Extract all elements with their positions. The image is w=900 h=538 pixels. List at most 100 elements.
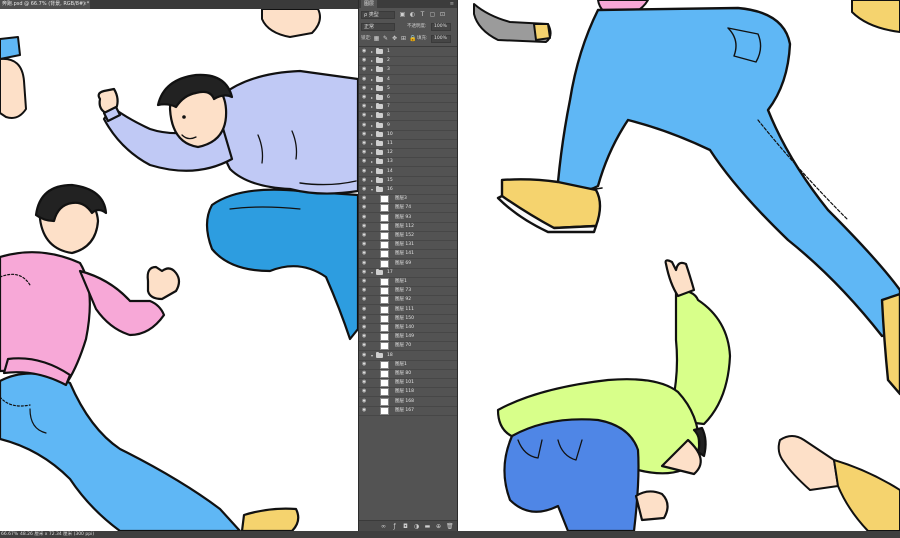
chevron-right-icon[interactable]: ▸ xyxy=(371,150,373,155)
new-group-icon[interactable]: ▬ xyxy=(424,523,431,530)
visibility-eye-icon[interactable]: ◉ xyxy=(362,187,368,192)
figure-blue-hoodie xyxy=(97,69,358,341)
new-layer-icon[interactable]: ⊕ xyxy=(435,523,442,530)
visibility-eye-icon[interactable]: ◉ xyxy=(362,352,368,358)
shape-filter-icon[interactable]: ▢ xyxy=(429,11,436,18)
chevron-right-icon[interactable]: ▸ xyxy=(371,49,373,54)
layers-list[interactable]: ◉ ▸ 1 ◉ ▸ 2 ◉ ▸ 3 ◉ ▸ 4 ◉ ▸ 5 ◉ ▸ 6 ◉ ▸ 7 ◉ ▸ 8 ◉ ▸ 9 ◉ ▸ 10 ◉ ▸ 11 ◉ ▸ 12 ◉… xyxy=(359,46,457,520)
fill-field[interactable]: 100% xyxy=(431,35,451,43)
visibility-eye-icon[interactable]: ◉ xyxy=(362,269,368,275)
visibility-eye-icon[interactable]: ◉ xyxy=(362,306,368,312)
document-tab[interactable]: 奔跑.psd @ 66.7% (背景, RGB/8#) * × xyxy=(0,0,90,9)
layer-thumbnail xyxy=(380,324,389,332)
visibility-eye-icon[interactable]: ◉ xyxy=(362,150,368,155)
chevron-right-icon[interactable]: ▸ xyxy=(371,104,373,109)
visibility-eye-icon[interactable]: ◉ xyxy=(362,159,368,164)
chevron-right-icon[interactable]: ▸ xyxy=(371,95,373,100)
visibility-eye-icon[interactable]: ◉ xyxy=(362,361,368,367)
pixel-filter-icon[interactable]: ▣ xyxy=(399,11,406,18)
lock-move-icon[interactable]: ✥ xyxy=(391,35,398,42)
lock-transparent-icon[interactable]: ▦ xyxy=(373,35,380,42)
figure-fragment-yellow-arm xyxy=(777,435,900,531)
menu-icon[interactable]: ≡ xyxy=(450,0,454,8)
visibility-eye-icon[interactable]: ◉ xyxy=(362,168,368,174)
visibility-eye-icon[interactable]: ◉ xyxy=(362,389,368,394)
visibility-eye-icon[interactable]: ◉ xyxy=(362,95,368,100)
visibility-eye-icon[interactable]: ◉ xyxy=(362,58,368,63)
chevron-right-icon[interactable]: ▸ xyxy=(371,58,373,63)
chevron-right-icon[interactable]: ▸ xyxy=(371,141,373,146)
visibility-eye-icon[interactable]: ◉ xyxy=(362,315,368,321)
canvas-left[interactable] xyxy=(0,9,358,531)
visibility-eye-icon[interactable]: ◉ xyxy=(362,196,368,201)
visibility-eye-icon[interactable]: ◉ xyxy=(362,371,368,376)
chevron-right-icon[interactable]: ▸ xyxy=(371,159,373,164)
visibility-eye-icon[interactable]: ◉ xyxy=(362,407,368,413)
chevron-down-icon[interactable]: ▾ xyxy=(371,187,373,192)
link-icon[interactable]: ∞ xyxy=(380,523,387,530)
visibility-eye-icon[interactable]: ◉ xyxy=(362,85,368,91)
lock-artboard-icon[interactable]: ⊞ xyxy=(400,35,407,42)
visibility-eye-icon[interactable]: ◉ xyxy=(362,297,368,302)
visibility-eye-icon[interactable]: ◉ xyxy=(362,260,368,266)
chevron-right-icon[interactable]: ▸ xyxy=(371,77,373,82)
status-zoom[interactable]: 66.67% xyxy=(1,531,18,538)
visibility-eye-icon[interactable]: ◉ xyxy=(362,214,368,220)
layer-thumbnail xyxy=(380,241,389,250)
mask-icon[interactable]: ◘ xyxy=(402,523,409,530)
visibility-eye-icon[interactable]: ◉ xyxy=(362,334,368,339)
close-icon[interactable]: × xyxy=(83,0,87,9)
chevron-right-icon[interactable]: ▸ xyxy=(371,132,373,137)
figure-green-hoodie xyxy=(496,259,732,531)
adjustment-icon[interactable]: ◑ xyxy=(413,523,420,530)
visibility-eye-icon[interactable]: ◉ xyxy=(362,113,368,118)
visibility-eye-icon[interactable]: ◉ xyxy=(362,141,368,146)
type-filter-icon[interactable]: T xyxy=(419,11,426,18)
adjustment-filter-icon[interactable]: ◐ xyxy=(409,11,416,18)
tab-layers[interactable]: 图层 xyxy=(361,0,378,8)
visibility-eye-icon[interactable]: ◉ xyxy=(362,343,368,348)
chevron-right-icon[interactable]: ▸ xyxy=(371,169,373,174)
blend-mode-select[interactable]: 正常 xyxy=(361,23,395,31)
chevron-right-icon[interactable]: ▸ xyxy=(371,178,373,183)
folder-icon xyxy=(376,48,383,54)
layer-row[interactable]: ◉ 图层 167 xyxy=(359,406,457,416)
visibility-eye-icon[interactable]: ◉ xyxy=(362,131,368,137)
visibility-eye-icon[interactable]: ◉ xyxy=(362,76,368,82)
visibility-eye-icon[interactable]: ◉ xyxy=(362,288,368,293)
lock-icons: ▦ ✎ ✥ ⊞ 🔒 xyxy=(373,35,417,42)
folder-icon xyxy=(376,121,383,128)
visibility-eye-icon[interactable]: ◉ xyxy=(362,205,368,210)
visibility-eye-icon[interactable]: ◉ xyxy=(362,242,368,247)
visibility-eye-icon[interactable]: ◉ xyxy=(362,122,368,128)
fx-icon[interactable]: ƒ xyxy=(391,523,398,530)
chevron-down-icon[interactable]: ▾ xyxy=(371,353,373,358)
chevron-right-icon[interactable]: ▸ xyxy=(371,67,373,72)
layer-thumbnail xyxy=(380,195,389,204)
smart-object-filter-icon[interactable]: ⊡ xyxy=(439,11,446,18)
trash-icon[interactable]: 🗑 xyxy=(446,523,454,530)
canvas-right[interactable] xyxy=(458,0,900,531)
visibility-eye-icon[interactable]: ◉ xyxy=(362,325,368,330)
visibility-eye-icon[interactable]: ◉ xyxy=(362,398,368,404)
folder-icon xyxy=(376,84,383,91)
artwork-left xyxy=(0,9,358,531)
layer-thumbnail xyxy=(380,305,389,314)
visibility-eye-icon[interactable]: ◉ xyxy=(362,67,368,72)
visibility-eye-icon[interactable]: ◉ xyxy=(362,251,368,256)
lock-paint-icon[interactable]: ✎ xyxy=(382,35,389,42)
chevron-right-icon[interactable]: ▸ xyxy=(371,113,373,118)
chevron-right-icon[interactable]: ▸ xyxy=(371,86,373,91)
visibility-eye-icon[interactable]: ◉ xyxy=(362,104,368,109)
opacity-field[interactable]: 100% xyxy=(431,23,451,31)
chevron-down-icon[interactable]: ▾ xyxy=(371,270,373,275)
visibility-eye-icon[interactable]: ◉ xyxy=(362,233,368,238)
visibility-eye-icon[interactable]: ◉ xyxy=(362,177,368,183)
chevron-right-icon[interactable]: ▸ xyxy=(371,123,373,128)
visibility-eye-icon[interactable]: ◉ xyxy=(362,380,368,385)
lock-all-icon[interactable]: 🔒 xyxy=(409,35,416,42)
kind-filter-select[interactable]: ρ 类型 xyxy=(361,11,395,19)
visibility-eye-icon[interactable]: ◉ xyxy=(362,279,368,284)
visibility-eye-icon[interactable]: ◉ xyxy=(362,223,368,229)
visibility-eye-icon[interactable]: ◉ xyxy=(362,49,368,54)
